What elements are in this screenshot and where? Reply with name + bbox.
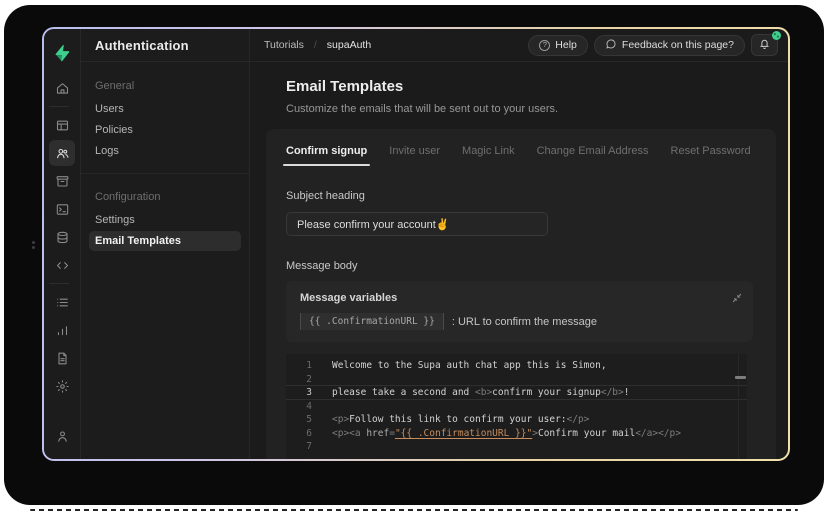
supabase-bolt-icon[interactable] — [53, 37, 71, 69]
template-tabs: Confirm signup Invite user Magic Link Chang… — [282, 145, 756, 166]
notification-status-dot — [772, 31, 781, 40]
message-variables-panel: Message variables {{ .ConfirmationURL }}… — [286, 281, 753, 342]
page-head: Email Templates Customize the emails tha… — [286, 78, 780, 115]
sidebar-section-label: Configuration — [95, 191, 161, 203]
code-line: please take a second and <b>confirm your… — [332, 387, 630, 398]
main-area: Tutorials / supaAuth ? Help Feedback on th… — [250, 29, 788, 459]
page-title: Email Templates — [286, 78, 404, 95]
confirmation-url-chip: {{ .ConfirmationURL }} — [300, 313, 444, 330]
notifications-button[interactable] — [751, 31, 781, 56]
code-line: Welcome to the Supa auth chat app this i… — [332, 360, 607, 371]
line-number: 4 — [306, 400, 312, 412]
code-line: <p>Follow this link to confirm your user… — [332, 414, 590, 425]
tab-change-email-address[interactable]: Change Email Address — [537, 145, 649, 166]
line-number: 1 — [306, 360, 312, 371]
database-icon[interactable] — [49, 224, 75, 250]
storage-icon[interactable] — [49, 168, 75, 194]
backdrop-bottom-artifact — [30, 509, 798, 511]
topbar-actions: ? Help Feedback on this page? — [528, 31, 781, 56]
subject-heading-input[interactable] — [286, 212, 548, 236]
tab-confirm-signup[interactable]: Confirm signup — [282, 145, 371, 166]
table-editor-icon[interactable] — [49, 112, 75, 138]
breadcrumb: Tutorials / supaAuth — [264, 39, 371, 51]
tab-invite-user[interactable]: Invite user — [389, 145, 440, 166]
backdrop-grip-dots — [32, 241, 35, 244]
bell-icon — [758, 37, 771, 53]
code-line: <p><a href="{{ .ConfirmationURL }}">Conf… — [332, 427, 681, 439]
editor-line-numbers: 1234567 — [286, 354, 320, 459]
message-variables-title: Message variables — [300, 292, 398, 304]
docs-file-icon[interactable] — [49, 345, 75, 371]
feedback-button-label: Feedback on this page? — [621, 39, 734, 51]
account-user-icon[interactable] — [49, 423, 75, 449]
help-button-label: Help — [555, 39, 577, 51]
sidebar-nav: General Users Policies Logs Configuration Set… — [81, 62, 249, 265]
sidebar-item-settings[interactable]: Settings — [89, 210, 241, 230]
variable-row: {{ .ConfirmationURL }} : URL to confirm … — [300, 313, 739, 330]
subject-heading-label: Subject heading — [286, 190, 365, 202]
topbar: Tutorials / supaAuth ? Help Feedback on th… — [250, 29, 788, 62]
sidebar-item-email-templates[interactable]: Email Templates — [89, 231, 241, 251]
breadcrumb-supaauth[interactable]: supaAuth — [327, 39, 371, 51]
email-template-panel: Confirm signup Invite user Magic Link Chang… — [266, 129, 776, 459]
rail-divider — [49, 283, 69, 284]
variable-description: : URL to confirm the message — [451, 315, 597, 328]
page-subtitle: Customize the emails that will be sent o… — [286, 103, 559, 115]
help-circle-icon: ? — [539, 39, 551, 51]
reports-chart-icon[interactable] — [49, 317, 75, 343]
auth-users-icon[interactable] — [49, 140, 75, 166]
api-code-icon[interactable] — [49, 252, 75, 278]
breadcrumb-tutorials[interactable]: Tutorials — [264, 39, 304, 51]
tab-magic-link[interactable]: Magic Link — [462, 145, 515, 166]
line-number: 6 — [306, 427, 312, 439]
settings-gear-icon[interactable] — [49, 373, 75, 399]
help-button[interactable]: ? Help — [528, 34, 588, 56]
line-number: 7 — [306, 441, 312, 452]
auth-sidebar: Authentication General Users Policies Logs C… — [81, 29, 250, 459]
breadcrumb-separator: / — [313, 39, 317, 51]
sidebar-item-logs[interactable]: Logs — [89, 141, 241, 161]
sidebar-title: Authentication — [81, 29, 249, 62]
logs-list-icon[interactable] — [49, 289, 75, 315]
line-number: 2 — [306, 373, 312, 385]
collapse-panel-button[interactable] — [732, 290, 742, 308]
icon-rail — [44, 29, 81, 459]
tab-reset-password[interactable]: Reset Password — [671, 145, 751, 166]
feedback-button[interactable]: Feedback on this page? — [593, 34, 745, 56]
sidebar-divider — [81, 173, 249, 174]
app-window: Authentication General Users Policies Logs C… — [42, 27, 790, 461]
message-body-label: Message body — [286, 260, 358, 272]
line-number: 5 — [306, 414, 312, 425]
editor-code[interactable]: Welcome to the Supa auth chat app this i… — [320, 354, 747, 459]
sidebar-item-users[interactable]: Users — [89, 99, 241, 119]
chat-bubble-icon — [605, 38, 617, 53]
message-body-editor[interactable]: 1234567 Welcome to the Supa auth chat ap… — [286, 354, 747, 459]
supabase-app: Authentication General Users Policies Logs C… — [44, 29, 788, 459]
sidebar-item-policies[interactable]: Policies — [89, 120, 241, 140]
sql-terminal-icon[interactable] — [49, 196, 75, 222]
home-icon[interactable] — [49, 75, 75, 101]
sidebar-section-label: General — [95, 80, 135, 92]
rail-divider — [49, 106, 69, 107]
page-content: Email Templates Customize the emails tha… — [250, 62, 788, 459]
